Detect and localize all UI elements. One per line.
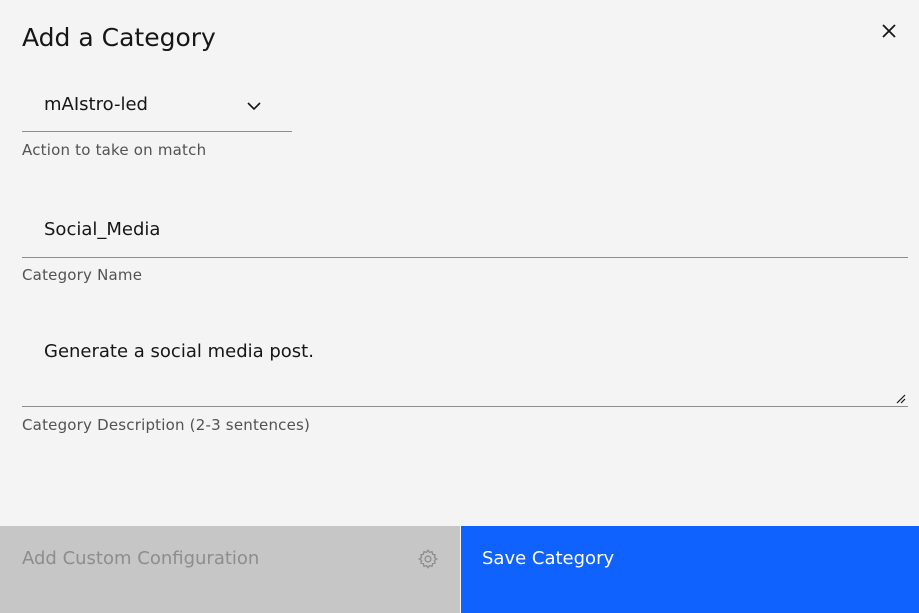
close-icon xyxy=(882,24,896,38)
gear-icon xyxy=(418,549,438,569)
resize-handle-icon[interactable] xyxy=(896,394,906,404)
category-description-helper: Category Description (2-3 sentences) xyxy=(22,416,311,434)
category-name-input[interactable]: Social_Media xyxy=(22,205,908,258)
category-description-textarea[interactable]: Generate a social media post. xyxy=(22,323,908,407)
add-custom-configuration-button[interactable]: Add Custom Configuration xyxy=(0,526,460,613)
category-description-value: Generate a social media post. xyxy=(44,341,314,362)
add-category-modal: Add a Category mAIstro-led Action to tak… xyxy=(0,0,919,613)
category-name-helper: Category Name xyxy=(22,266,143,284)
modal-title: Add a Category xyxy=(22,23,216,52)
modal-footer: Add Custom Configuration Save Category xyxy=(0,526,919,613)
action-select-helper: Action to take on match xyxy=(22,141,207,159)
action-select-value: mAIstro-led xyxy=(44,94,148,115)
close-button[interactable] xyxy=(872,14,906,48)
save-category-button[interactable]: Save Category xyxy=(461,526,919,613)
action-select[interactable]: mAIstro-led xyxy=(22,80,292,132)
category-name-value: Social_Media xyxy=(44,219,161,240)
add-custom-configuration-label: Add Custom Configuration xyxy=(22,548,260,569)
save-category-label: Save Category xyxy=(482,548,615,569)
chevron-down-icon xyxy=(247,102,261,111)
